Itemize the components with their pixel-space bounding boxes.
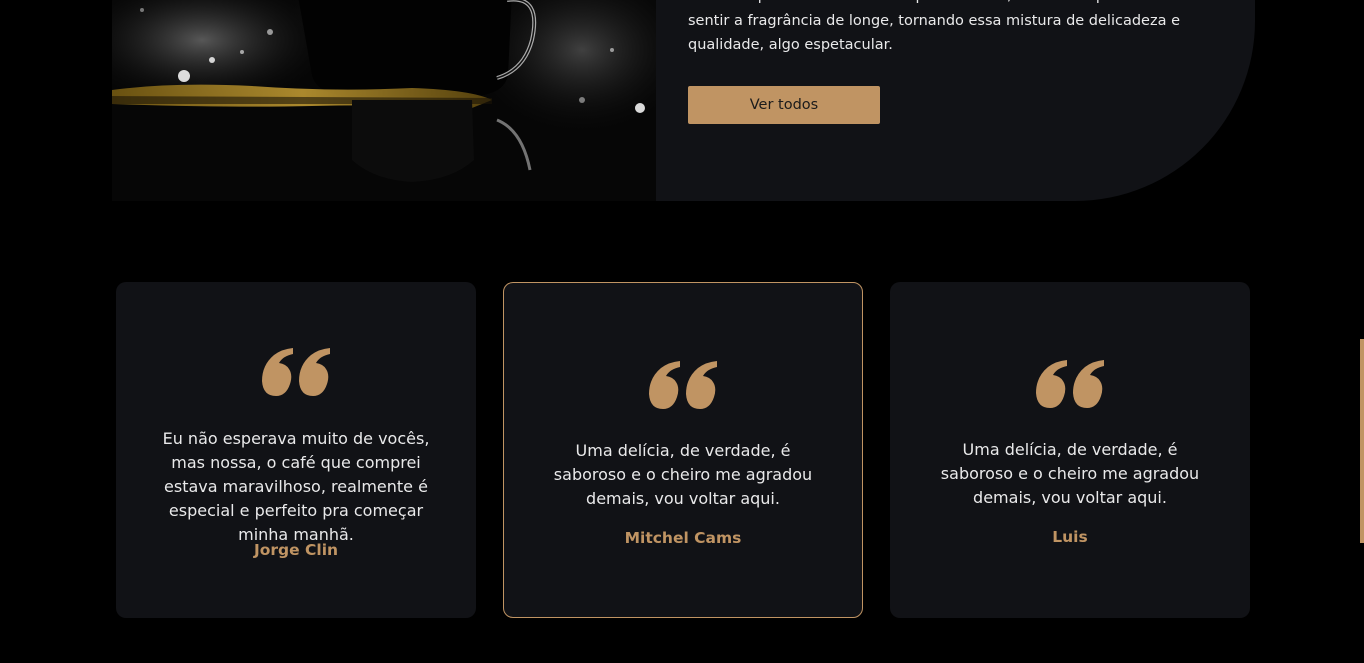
testimonial-card: Eu não esperava muito de vocês, mas noss… [116, 282, 476, 618]
scrollbar[interactable] [1360, 339, 1364, 543]
about-text-line: Somos especializados nesses tipos de caf… [688, 0, 1214, 9]
testimonial-quote: Eu não esperava muito de vocês, mas noss… [162, 429, 430, 544]
quote-icon [262, 348, 330, 396]
testimonial-quote: Uma delícia, de verdade, é saboroso e o … [553, 441, 813, 508]
coffee-cup-image [112, 0, 656, 201]
testimonial-card: Uma delícia, de verdade, é saboroso e o … [890, 282, 1250, 618]
page: Somos especializados nesses tipos de caf… [0, 0, 1364, 663]
quote-icon [649, 361, 717, 409]
about-text-line: qualidade, algo espetacular. [688, 37, 893, 53]
quote-icon [1036, 360, 1104, 408]
testimonial-quote: Uma delícia, de verdade, é saboroso e o … [940, 440, 1200, 507]
testimonial-author: Jorge Clin [253, 541, 339, 559]
about-description: Somos especializados nesses tipos de caf… [688, 0, 1214, 58]
testimonial-card-active: Uma delícia, de verdade, é saboroso e o … [503, 282, 863, 618]
testimonial-author: Mitchel Cams [624, 529, 742, 547]
testimonial-author: Luis [1052, 528, 1088, 546]
about-text-line: sentir a fragrância de longe, tornando e… [688, 12, 1181, 29]
see-all-button[interactable]: Ver todos [688, 86, 880, 124]
